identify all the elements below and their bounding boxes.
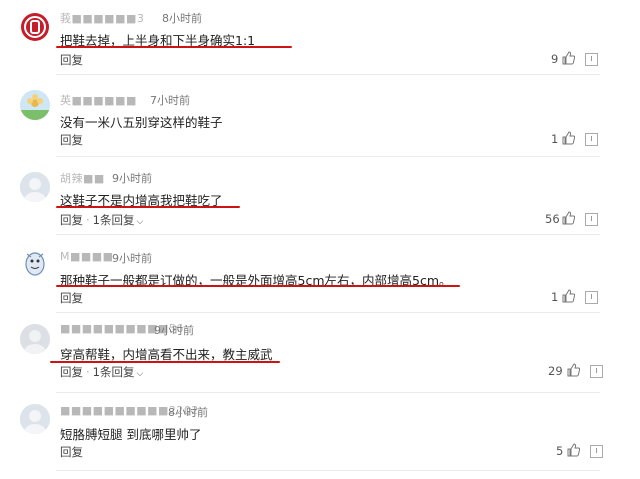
default-avatar-icon xyxy=(20,324,50,354)
cartoon-avatar-icon xyxy=(20,248,50,278)
avatar[interactable] xyxy=(20,324,50,354)
comment-text: 短胳膊短腿 到底哪里帅了 xyxy=(60,427,202,442)
action-separator: · xyxy=(86,213,90,227)
highlight-underline xyxy=(56,285,460,287)
view-replies-button[interactable]: 1条回复 xyxy=(93,365,135,379)
reply-button[interactable]: 回复 xyxy=(60,213,83,227)
comment-author[interactable]: 英■■■■■■ xyxy=(60,92,137,108)
divider xyxy=(56,470,600,471)
comment-item: ■■■■■■■■■■2202 8小时前 短胳膊短腿 到底哪里帅了 回复 5 xyxy=(0,398,640,479)
comment-time: 7小时前 xyxy=(150,94,190,107)
reply-button[interactable]: 回复 xyxy=(60,445,83,459)
view-replies-button[interactable]: 1条回复 xyxy=(93,213,135,227)
comment-time: 8小时前 xyxy=(162,12,202,25)
avatar[interactable] xyxy=(20,12,50,42)
reply-button[interactable]: 回复 xyxy=(60,53,83,67)
chevron-down-icon[interactable]: ⌵ xyxy=(136,217,143,227)
reply-button[interactable]: 回复 xyxy=(60,291,83,305)
avatar[interactable] xyxy=(20,404,50,434)
like-count: 29 xyxy=(548,364,563,378)
default-avatar-icon xyxy=(20,172,50,202)
comment-actions: 回复 xyxy=(60,290,83,306)
report-icon[interactable] xyxy=(585,213,598,226)
comment-time: 8小时前 xyxy=(168,406,208,419)
reply-button[interactable]: 回复 xyxy=(60,365,83,379)
comment-actions: 回复 xyxy=(60,52,83,68)
divider xyxy=(56,234,600,235)
default-avatar-icon xyxy=(20,404,50,434)
comment-actions: 回复 xyxy=(60,444,83,460)
comment-actions: 回复 xyxy=(60,132,83,148)
comment-item: 莪■■■■■■3 8小时前 把鞋去掉，上半身和下半身确实1:1 回复 9 xyxy=(0,0,640,84)
comment-author[interactable]: M■■■■ xyxy=(60,250,114,263)
highlight-underline xyxy=(50,361,280,363)
comment-item: M■■■■ 9小时前 那种鞋子一般都是订做的，一般是外面增高5cm左右，内部增高… xyxy=(0,240,640,320)
comment-item: 胡辣■■ 9小时前 这鞋子不是内增高我把鞋吃了 回复 · 1条回复 ⌵ 56 xyxy=(0,160,640,240)
comment-item: 英■■■■■■ 7小时前 没有一米八五别穿这样的鞋子 回复 1 xyxy=(0,80,640,160)
avatar[interactable] xyxy=(20,90,50,120)
thumbs-up-icon[interactable] xyxy=(561,211,575,225)
like-count: 56 xyxy=(545,212,560,226)
thumbs-up-icon[interactable] xyxy=(561,51,575,65)
divider xyxy=(56,312,600,313)
thumbs-up-icon[interactable] xyxy=(561,289,575,303)
like-count: 5 xyxy=(556,444,564,458)
thumbs-up-icon[interactable] xyxy=(561,131,575,145)
comment-item: ■■■■■■■■■■56 9小时前 穿高帮鞋，内增高看不出来，教主威武 回复 · 1… xyxy=(0,318,640,400)
comment-time: 9小时前 xyxy=(112,172,152,185)
thumbs-up-icon[interactable] xyxy=(566,443,580,457)
highlight-underline xyxy=(56,206,240,208)
chevron-down-icon[interactable]: ⌵ xyxy=(136,369,143,379)
thumbs-up-icon[interactable] xyxy=(566,363,580,377)
like-count: 1 xyxy=(551,132,559,146)
report-icon[interactable] xyxy=(590,445,603,458)
divider xyxy=(56,156,600,157)
comment-time: 9小时前 xyxy=(154,324,194,337)
reply-button[interactable]: 回复 xyxy=(60,133,83,147)
highlight-underline xyxy=(56,46,292,48)
comment-author[interactable]: 胡辣■■ xyxy=(60,170,105,186)
avatar[interactable] xyxy=(20,248,50,278)
like-count: 9 xyxy=(551,52,559,66)
report-icon[interactable] xyxy=(585,291,598,304)
comment-text: 没有一米八五别穿这样的鞋子 xyxy=(60,115,223,130)
action-separator: · xyxy=(86,365,90,379)
avatar[interactable] xyxy=(20,172,50,202)
like-count: 1 xyxy=(551,290,559,304)
divider xyxy=(56,74,600,75)
report-icon[interactable] xyxy=(585,133,598,146)
logo-avatar-icon xyxy=(21,13,49,41)
report-icon[interactable] xyxy=(585,53,598,66)
flower-avatar-icon xyxy=(20,90,50,120)
comment-time: 9小时前 xyxy=(112,252,152,265)
divider xyxy=(56,392,600,393)
comment-actions: 回复 · 1条回复 ⌵ xyxy=(60,364,143,380)
comment-author[interactable]: 莪■■■■■■3 xyxy=(60,10,144,26)
comment-actions: 回复 · 1条回复 ⌵ xyxy=(60,212,143,228)
report-icon[interactable] xyxy=(590,365,603,378)
